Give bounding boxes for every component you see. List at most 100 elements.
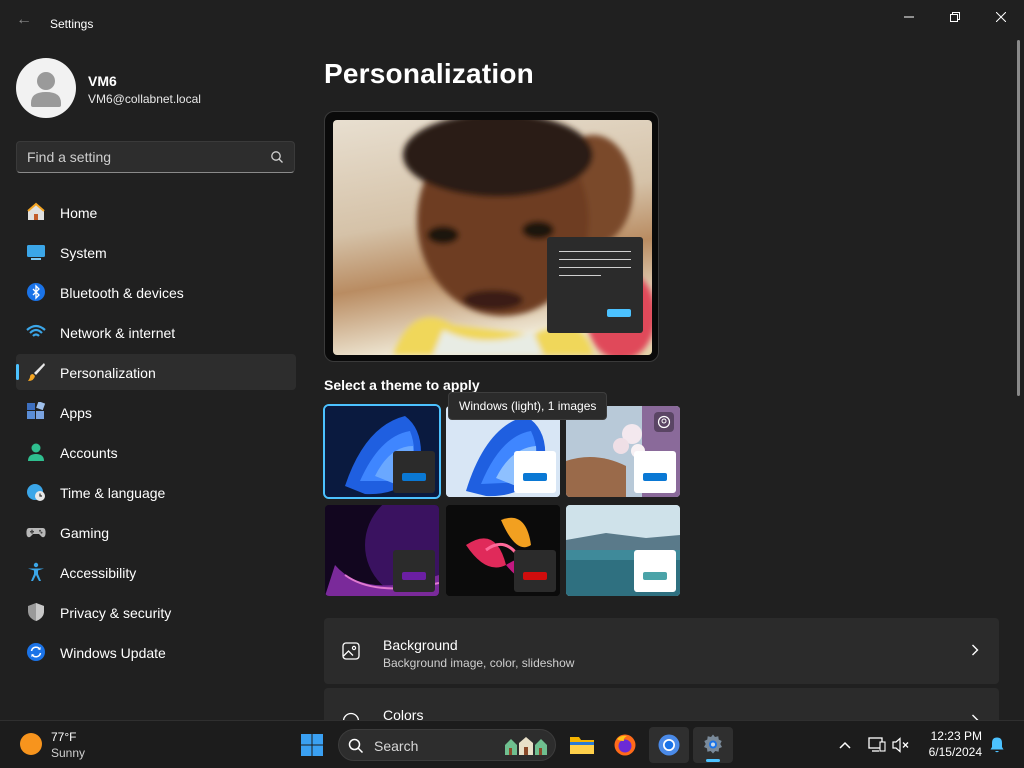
- taskbar-search[interactable]: Search: [338, 729, 556, 761]
- app-title: Settings: [50, 17, 94, 31]
- accent-bar: [643, 572, 667, 580]
- sunny-weather-icon[interactable]: [20, 733, 42, 755]
- taskbar-search-label: Search: [374, 738, 419, 754]
- background-card[interactable]: Background Background image, color, slid…: [324, 618, 999, 684]
- start-windows-icon[interactable]: [300, 733, 324, 757]
- card-title: Colors: [383, 707, 424, 720]
- profile-name: VM6: [88, 73, 117, 89]
- firefox-icon: [614, 734, 636, 756]
- brush-icon: [28, 363, 45, 381]
- sidebar-item-bluetooth[interactable]: Bluetooth & devices: [16, 274, 296, 310]
- accent-bar: [523, 572, 547, 580]
- sidebar-item-privacy[interactable]: Privacy & security: [16, 594, 296, 630]
- scrollbar[interactable]: [1017, 40, 1020, 396]
- palette-icon: [342, 712, 360, 720]
- sidebar-item-time-language[interactable]: Time & language: [16, 474, 296, 510]
- sidebar-item-label: Accounts: [60, 445, 118, 461]
- apps-icon: [27, 402, 46, 419]
- monitor-icon: [27, 245, 45, 260]
- notification-bell-icon[interactable]: [987, 735, 1007, 755]
- dynamic-theme-badge-icon: [654, 412, 674, 432]
- network-monitor-icon[interactable]: [867, 735, 887, 755]
- sidebar-item-label: Bluetooth & devices: [60, 285, 184, 301]
- page-title: Personalization: [324, 58, 534, 89]
- sidebar-item-home[interactable]: Home: [16, 194, 296, 230]
- accent-bar: [402, 473, 426, 481]
- card-title: Background: [383, 637, 458, 653]
- sidebar-item-network[interactable]: Network & internet: [16, 314, 296, 350]
- sidebar-item-label: System: [60, 245, 107, 261]
- sidebar-item-label: Time & language: [60, 485, 166, 501]
- chrome-icon: [658, 734, 680, 756]
- sidebar-item-label: Personalization: [60, 365, 156, 381]
- taskbar-chrome[interactable]: [649, 727, 689, 763]
- wallpaper-preview-image: [333, 120, 652, 355]
- back-arrow-icon[interactable]: ←: [12, 10, 36, 30]
- settings-icon: [704, 734, 722, 754]
- accent-bar: [643, 473, 667, 481]
- theme-preview: [324, 111, 659, 362]
- search-input[interactable]: [27, 142, 267, 172]
- taskbar: 77°F Sunny Search 12:23 PM 6/15/2024: [0, 720, 1024, 768]
- theme-tile-glow[interactable]: [325, 505, 439, 596]
- chevron-up-icon[interactable]: [835, 735, 855, 755]
- card-subtitle: Background image, color, slideshow: [383, 656, 575, 670]
- shield-icon: [28, 603, 44, 621]
- sidebar-item-windows-update[interactable]: Windows Update: [16, 634, 296, 670]
- sidebar-item-label: Home: [60, 205, 98, 221]
- taskbar-settings[interactable]: [693, 727, 733, 763]
- themes-section-label: Select a theme to apply: [324, 377, 480, 393]
- sidebar-item-label: Privacy & security: [60, 605, 172, 621]
- colors-card[interactable]: Colors: [324, 688, 999, 720]
- search-icon: [348, 738, 364, 754]
- sidebar-item-system[interactable]: System: [16, 234, 296, 270]
- weather-condition[interactable]: Sunny: [51, 746, 85, 760]
- sidebar-item-label: Network & internet: [60, 325, 176, 341]
- image-icon: [342, 642, 360, 660]
- clock-time[interactable]: 12:23 PM: [912, 729, 982, 743]
- sidebar-item-accessibility[interactable]: Accessibility: [16, 554, 296, 590]
- avatar[interactable]: [16, 58, 76, 118]
- home-icon: [27, 202, 45, 220]
- taskbar-file-explorer[interactable]: [562, 727, 602, 763]
- sidebar-item-label: Accessibility: [60, 565, 137, 581]
- sidebar-item-label: Gaming: [60, 525, 110, 541]
- close-icon[interactable]: [978, 4, 1024, 30]
- bluetooth-icon: [27, 283, 45, 301]
- clock-date[interactable]: 6/15/2024: [920, 745, 982, 759]
- file-explorer-icon: [570, 737, 594, 754]
- sidebar-nav: Home System Bluetooth & devices Network …: [16, 194, 296, 674]
- accent-bar: [402, 572, 426, 580]
- theme-tile-captured-motion[interactable]: [446, 505, 560, 596]
- taskbar-firefox[interactable]: [605, 727, 645, 763]
- sidebar-item-gaming[interactable]: Gaming: [16, 514, 296, 550]
- search-icon[interactable]: [270, 150, 284, 164]
- globe-clock-icon: [27, 484, 45, 501]
- preview-dialog: [547, 237, 643, 333]
- sidebar-item-label: Windows Update: [60, 645, 166, 661]
- gamepad-icon: [26, 528, 46, 538]
- theme-tooltip: Windows (light), 1 images: [448, 392, 608, 420]
- search-highlight-icon: [505, 737, 547, 755]
- active-app-indicator: [706, 759, 720, 762]
- wifi-icon: [26, 324, 46, 337]
- weather-temperature[interactable]: 77°F: [51, 730, 76, 744]
- minimize-icon[interactable]: [886, 4, 932, 30]
- profile-email: VM6@collabnet.local: [88, 92, 201, 106]
- person-avatar-icon: [31, 72, 61, 107]
- accessibility-icon: [28, 562, 44, 581]
- settings-window: ← Settings VM6 VM6@collabnet.local Find …: [0, 0, 1024, 720]
- find-setting-search: [16, 141, 295, 173]
- volume-muted-icon[interactable]: [891, 735, 911, 755]
- sidebar-item-apps[interactable]: Apps: [16, 394, 296, 430]
- sidebar-item-personalization[interactable]: Personalization: [16, 354, 296, 390]
- chevron-right-icon: [972, 644, 979, 656]
- title-bar: ← Settings: [0, 0, 1024, 34]
- sidebar-item-accounts[interactable]: Accounts: [16, 434, 296, 470]
- theme-tile-windows-dark[interactable]: [323, 404, 441, 499]
- sidebar-item-label: Apps: [60, 405, 92, 421]
- restore-icon[interactable]: [932, 4, 978, 30]
- person-icon: [28, 443, 44, 461]
- theme-tile-sunrise[interactable]: [566, 505, 680, 596]
- accent-bar: [523, 473, 547, 481]
